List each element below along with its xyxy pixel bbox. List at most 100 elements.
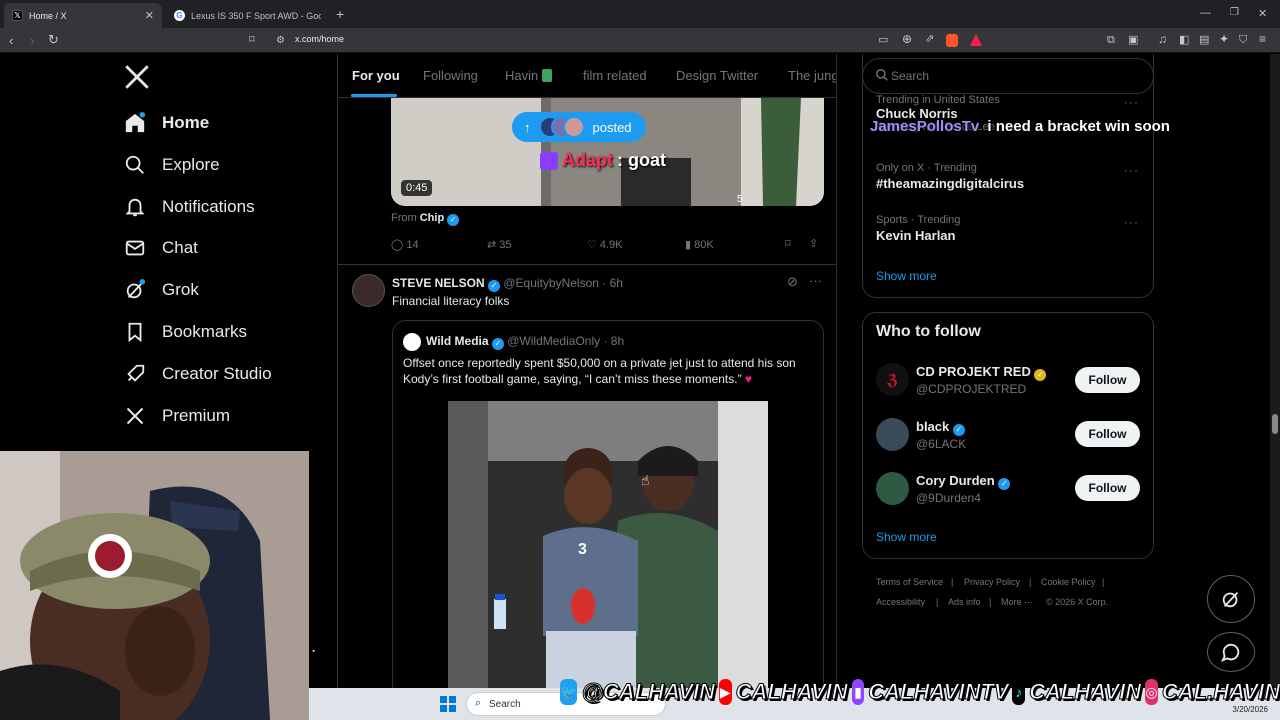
close-tab-icon[interactable]: ✕ — [145, 9, 154, 22]
back-icon[interactable]: ‹ — [9, 34, 13, 47]
footer-link[interactable]: Terms of Service — [876, 577, 943, 587]
author-handle[interactable]: @EquitybyNelson — [503, 276, 599, 290]
search-box[interactable]: Search — [862, 58, 1154, 94]
sidebar-item-home[interactable]: Home — [124, 108, 209, 138]
trend-item[interactable]: Sports · Trending Kevin Harlan — [876, 214, 960, 243]
sidebar-item-label: Premium — [162, 406, 231, 425]
wallet-icon[interactable]: ▤ — [1199, 34, 1209, 47]
footer-link[interactable]: Accessibility — [876, 597, 925, 607]
bookmark-post-icon[interactable]: ⌑ — [785, 237, 791, 250]
avatar[interactable] — [352, 274, 385, 307]
share-post-icon[interactable]: ⇪ — [809, 237, 818, 250]
tab-search-icon[interactable]: ▣ — [1128, 34, 1138, 47]
cast-icon[interactable]: ▭ — [878, 34, 888, 47]
share-icon[interactable]: ⇗ — [925, 33, 934, 46]
repost-button[interactable]: ⇄ 35 — [487, 238, 512, 251]
x-logo-icon[interactable] — [124, 64, 150, 90]
tab-the-jung[interactable]: The jung — [788, 68, 836, 83]
quoted-image[interactable]: 3 — [448, 401, 768, 720]
sidebar-item-bookmarks[interactable]: Bookmarks — [124, 317, 247, 347]
taskbar-search-input[interactable]: Search — [489, 699, 521, 710]
more-options-icon[interactable]: ··· — [1124, 215, 1139, 229]
views-button[interactable]: ▮ 80K — [685, 238, 714, 251]
restore-icon[interactable]: ❐ — [1230, 7, 1239, 18]
media-icon[interactable]: ♫ — [1158, 33, 1167, 46]
sidebar-toggle-icon[interactable]: ◧ — [1179, 34, 1189, 47]
tab-havin[interactable]: Havin — [505, 68, 552, 83]
reload-icon[interactable]: ↻ — [48, 33, 59, 46]
follow-button[interactable]: Follow — [1075, 367, 1140, 393]
brave-rewards-icon[interactable] — [970, 34, 982, 46]
url-input[interactable]: x.com/home — [295, 34, 344, 44]
more-dots-icon[interactable]: ⠂ — [311, 645, 320, 659]
vpn-icon[interactable]: ⛉ — [1239, 34, 1247, 47]
post-time[interactable]: · 6h — [602, 276, 623, 290]
new-tab-button[interactable]: + — [336, 6, 344, 22]
avatar[interactable] — [876, 418, 909, 451]
grok-fab-button[interactable] — [1207, 575, 1255, 623]
site-info-icon[interactable]: ⚙ — [276, 34, 285, 47]
zoom-icon[interactable]: ⊕ — [902, 33, 912, 46]
extensions-icon[interactable]: ⧉ — [1107, 34, 1115, 47]
follow-suggestion-name[interactable]: CD PROJEKT RED ✓ — [916, 364, 1047, 381]
from-user-link[interactable]: Chip — [420, 212, 444, 224]
brave-shield-icon[interactable] — [946, 34, 958, 47]
footer-link[interactable]: More ··· — [1001, 597, 1033, 607]
footer-link[interactable]: Privacy Policy — [964, 577, 1020, 587]
follow-button[interactable]: Follow — [1075, 421, 1140, 447]
new-posts-pill[interactable]: ↑ posted — [512, 112, 646, 142]
more-options-icon[interactable]: ··· — [1124, 95, 1139, 109]
tab-design-twitter[interactable]: Design Twitter — [676, 68, 758, 83]
reply-button[interactable]: ◯ 14 — [391, 238, 419, 251]
sidebar-item-label: Explore — [162, 155, 220, 174]
author-name[interactable]: STEVE NELSON — [392, 276, 485, 290]
avatar[interactable] — [876, 472, 909, 505]
leo-ai-icon[interactable]: ✦ — [1219, 33, 1229, 46]
avatar[interactable]: ℨ — [876, 363, 909, 396]
tab-for-you[interactable]: For you — [352, 68, 400, 83]
divider — [338, 264, 836, 265]
sidebar-item-explore[interactable]: Explore — [124, 150, 220, 180]
scrollbar-thumb[interactable] — [1272, 414, 1278, 434]
trend-item[interactable]: Only on X · Trending #theamazingdigitalc… — [876, 162, 1024, 191]
follow-suggestion-handle: @9Durden4 — [916, 491, 981, 505]
footer-divider: | — [1102, 577, 1105, 587]
windows-start-icon[interactable] — [440, 696, 456, 712]
quoted-author-handle: @WildMediaOnly — [507, 334, 601, 348]
twitch-icon: ▮ — [851, 679, 865, 705]
grok-analyze-icon[interactable]: ⊘ — [787, 274, 798, 290]
tab-following[interactable]: Following — [423, 68, 478, 83]
reply-count: 14 — [406, 239, 419, 251]
posted-label: posted — [592, 119, 632, 135]
sidebar-item-premium[interactable]: Premium — [124, 401, 230, 431]
sidebar-item-grok[interactable]: Grok — [124, 275, 199, 305]
follow-suggestion-name[interactable]: Cory Durden ✓ — [916, 473, 1011, 490]
follow-suggestion-name[interactable]: black ✓ — [916, 419, 965, 436]
jersey-number: 3 — [578, 541, 587, 558]
search-input[interactable]: Search — [891, 69, 929, 83]
footer-link[interactable]: Cookie Policy — [1041, 577, 1096, 587]
bookmark-page-icon[interactable]: ⌑ — [249, 34, 255, 47]
more-options-icon[interactable]: ··· — [1124, 163, 1139, 177]
sidebar-item-notifications[interactable]: Notifications — [124, 192, 255, 222]
menu-icon[interactable]: ≡ — [1259, 33, 1266, 46]
minimize-icon[interactable]: — — [1200, 7, 1211, 19]
page-scrollbar[interactable] — [1270, 54, 1280, 688]
trends-show-more-link[interactable]: Show more — [876, 269, 937, 283]
video-counter: 5 — [737, 194, 743, 205]
like-button[interactable]: ♡ 4.9K — [587, 238, 623, 251]
sidebar-item-chat[interactable]: Chat — [124, 233, 198, 263]
quoted-post[interactable]: Wild Media ✓ @WildMediaOnly · 8h Offset … — [392, 320, 824, 720]
follow-suggestion-handle: @CDPROJEKTRED — [916, 382, 1027, 396]
tab-home-x[interactable]: 𝕏 Home / X ✕ — [4, 3, 162, 28]
tab-google-search[interactable]: G Lexus IS 350 F Sport AWD - Google S — [166, 3, 332, 28]
close-window-icon[interactable]: ✕ — [1258, 7, 1267, 20]
tab-film-related[interactable]: film related — [583, 68, 647, 83]
follow-button[interactable]: Follow — [1075, 475, 1140, 501]
forward-icon[interactable]: › — [30, 34, 34, 47]
who-to-follow-show-more-link[interactable]: Show more — [876, 530, 937, 544]
chat-fab-button[interactable] — [1207, 632, 1255, 672]
footer-link[interactable]: Ads info — [948, 597, 981, 607]
more-options-icon[interactable]: ··· — [809, 273, 822, 288]
sidebar-item-creator-studio[interactable]: Creator Studio — [124, 359, 272, 389]
